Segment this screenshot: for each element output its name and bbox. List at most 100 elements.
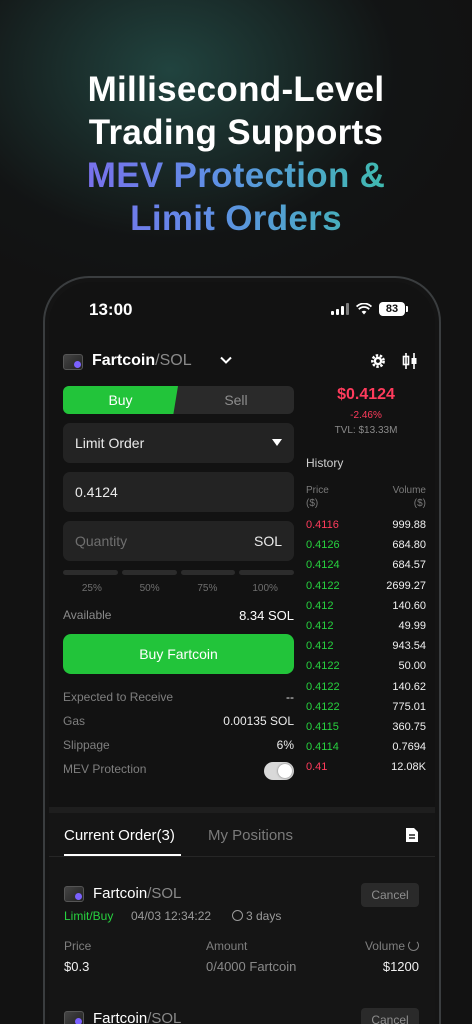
history-row: 0.4115 360.75 bbox=[306, 718, 426, 738]
order-type-select[interactable]: Limit Order bbox=[63, 423, 294, 463]
history-price: 0.41 bbox=[306, 761, 328, 774]
slippage-value: 6% bbox=[276, 738, 294, 752]
available-label: Available bbox=[63, 608, 112, 622]
history-row: 0.4122 775.01 bbox=[306, 698, 426, 718]
history-row: 0.4114 0.7694 bbox=[306, 738, 426, 758]
quantity-input[interactable]: Quantity SOL bbox=[63, 521, 294, 561]
history-list: 0.4116 999.88 0.4126 684.80 0.4124 684.57 0.41… bbox=[306, 516, 426, 778]
history-row: 0.4124 684.57 bbox=[306, 556, 426, 576]
history-volume: 2699.27 bbox=[386, 579, 426, 592]
pair-selector[interactable]: Fartcoin/SOL bbox=[92, 352, 192, 370]
available-value: 8.34 SOL bbox=[239, 608, 294, 623]
expected-receive-row: Expected to Receive -- bbox=[63, 684, 294, 708]
chevron-down-icon[interactable] bbox=[219, 353, 233, 367]
slider-segment[interactable] bbox=[121, 570, 177, 575]
pair-header: Fartcoin/SOL bbox=[63, 350, 419, 374]
fartcoin-logo-icon bbox=[64, 1011, 84, 1024]
fartcoin-logo-icon bbox=[63, 354, 83, 370]
history-row: 0.4122 2699.27 bbox=[306, 577, 426, 597]
gas-label: Gas bbox=[63, 714, 86, 728]
market-column: $0.4124 -2.46% TVL: $13.33M History Pric… bbox=[306, 386, 426, 778]
history-price: 0.4122 bbox=[306, 579, 340, 592]
history-row: 0.412 140.60 bbox=[306, 597, 426, 617]
trade-form: Buy Sell Limit Order 0.4124 Quantity SOL bbox=[63, 386, 294, 780]
mev-label: MEV Protection bbox=[63, 762, 147, 776]
pct-25[interactable]: 25% bbox=[63, 583, 121, 594]
history-volume-header: Volume ($) bbox=[393, 484, 426, 510]
history-row: 0.4122 140.62 bbox=[306, 678, 426, 698]
history-row: 0.4126 684.80 bbox=[306, 536, 426, 556]
refresh-icon[interactable] bbox=[408, 940, 419, 951]
order-pair-quote: /SOL bbox=[147, 1010, 182, 1024]
mev-protection-toggle[interactable] bbox=[264, 762, 294, 780]
price-header-text: Price bbox=[306, 485, 329, 496]
buy-fartcoin-button[interactable]: Buy Fartcoin bbox=[63, 634, 294, 674]
history-volume: 49.99 bbox=[398, 619, 426, 632]
history-price: 0.4116 bbox=[306, 519, 339, 531]
history-volume: 0.7694 bbox=[392, 741, 426, 754]
slippage-row[interactable]: Slippage 6% bbox=[63, 732, 294, 756]
history-row: 0.4116 999.88 bbox=[306, 516, 426, 536]
history-volume: 684.80 bbox=[392, 539, 426, 552]
gear-icon[interactable] bbox=[369, 352, 387, 370]
quantity-slider[interactable] bbox=[63, 570, 294, 575]
document-icon[interactable] bbox=[405, 827, 419, 843]
status-icons: 83 bbox=[331, 302, 408, 316]
cancel-order-button[interactable]: Cancel bbox=[361, 1008, 419, 1024]
history-volume: 775.01 bbox=[392, 700, 426, 713]
percentage-labels: 25% 50% 75% 100% bbox=[63, 583, 294, 594]
clock-icon bbox=[232, 910, 243, 921]
status-time: 13:00 bbox=[89, 300, 133, 319]
candlestick-icon[interactable] bbox=[401, 352, 419, 370]
slider-segment[interactable] bbox=[180, 570, 236, 575]
header-actions bbox=[369, 352, 419, 370]
buy-sell-toggle: Buy Sell bbox=[63, 386, 294, 414]
last-price: $0.4124 bbox=[337, 386, 395, 403]
price-header-unit: ($) bbox=[306, 498, 319, 509]
history-price: 0.4114 bbox=[306, 741, 339, 754]
battery-icon: 83 bbox=[379, 302, 408, 316]
headline-line-4: Limit Orders bbox=[0, 197, 472, 240]
fartcoin-logo-icon bbox=[64, 886, 84, 902]
history-row: 0.412 943.54 bbox=[306, 637, 426, 657]
order-type: Limit/Buy bbox=[64, 909, 114, 923]
order-type-value: Limit Order bbox=[75, 435, 145, 451]
history-price: 0.4126 bbox=[306, 539, 340, 552]
order-volume-label: Volume bbox=[365, 939, 419, 953]
history-title: History bbox=[306, 456, 344, 470]
history-volume: 12.08K bbox=[391, 761, 426, 774]
history-row: 0.41 12.08K bbox=[306, 758, 426, 778]
gas-row: Gas 0.00135 SOL bbox=[63, 708, 294, 732]
history-volume: 999.88 bbox=[392, 519, 426, 531]
dropdown-caret-icon bbox=[272, 439, 282, 446]
tab-current-order[interactable]: Current Order(3) bbox=[64, 827, 175, 844]
slider-segment[interactable] bbox=[239, 570, 294, 575]
order-pair-base: Fartcoin bbox=[93, 885, 148, 902]
promo-headline: Millisecond-Level Trading Supports MEV P… bbox=[0, 68, 472, 240]
gas-value: 0.00135 SOL bbox=[223, 714, 294, 728]
status-bar: 13:00 83 bbox=[89, 300, 408, 322]
buy-tab[interactable]: Buy bbox=[63, 386, 178, 414]
available-balance: Available 8.34 SOL bbox=[63, 606, 294, 626]
history-volume: 140.60 bbox=[392, 599, 426, 612]
tab-my-positions[interactable]: My Positions bbox=[208, 827, 293, 844]
pair-quote: /SOL bbox=[155, 352, 192, 369]
history-price: 0.412 bbox=[306, 640, 334, 653]
pct-75[interactable]: 75% bbox=[179, 583, 237, 594]
pct-100[interactable]: 100% bbox=[236, 583, 294, 594]
pct-50[interactable]: 50% bbox=[121, 583, 179, 594]
cancel-order-button[interactable]: Cancel bbox=[361, 883, 419, 907]
order-amount-label: Amount bbox=[206, 939, 248, 953]
history-price: 0.4124 bbox=[306, 559, 340, 572]
orders-panel: Current Order(3) My Positions Fartcoin/S… bbox=[49, 807, 435, 1024]
slider-segment[interactable] bbox=[63, 570, 118, 575]
price-input[interactable]: 0.4124 bbox=[63, 472, 294, 512]
sell-tab[interactable]: Sell bbox=[178, 386, 294, 414]
order-card: Fartcoin/SOL Cancel Limit/Buy 04/03 12:3… bbox=[64, 883, 419, 993]
expected-label: Expected to Receive bbox=[63, 690, 174, 704]
orders-tabs: Current Order(3) My Positions bbox=[49, 813, 435, 857]
volume-header-unit: ($) bbox=[413, 498, 426, 509]
volume-header-text: Volume bbox=[392, 485, 426, 496]
phone-screen: 13:00 83 Fartcoin/SOL Buy Sell Limit Ord… bbox=[49, 282, 435, 1024]
history-price: 0.4122 bbox=[306, 700, 340, 713]
